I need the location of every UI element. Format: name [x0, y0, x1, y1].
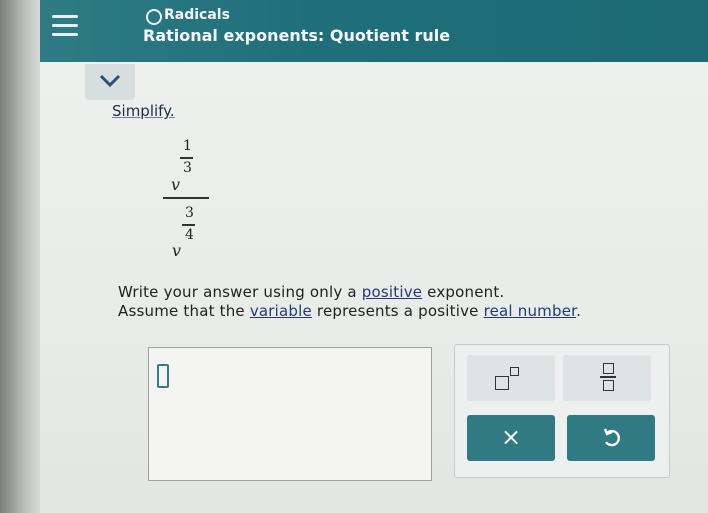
answer-cursor-field[interactable] [157, 364, 169, 388]
chevron-down-icon [99, 74, 121, 88]
positive-link[interactable]: positive [362, 283, 422, 301]
main-fraction-bar [163, 197, 209, 199]
undo-icon [603, 428, 620, 447]
variable-link[interactable]: variable [250, 302, 312, 320]
line1-suffix: exponent. [422, 283, 505, 301]
fraction-button[interactable] [563, 355, 651, 401]
hamburger-icon[interactable] [52, 15, 78, 37]
undo-button[interactable] [567, 415, 655, 461]
line1-prefix: Write your answer using only a [118, 283, 362, 301]
denominator-exp-bar [182, 224, 195, 226]
instruction-line-1: Write your answer using only a positive … [118, 283, 504, 301]
math-toolbox: × [454, 344, 670, 478]
exponent-button[interactable] [467, 355, 555, 401]
clear-button[interactable]: × [467, 415, 555, 461]
real-number-link[interactable]: real number [484, 302, 577, 320]
denominator-base: v [172, 241, 182, 260]
instruction-line-2: Assume that the variable represents a po… [118, 302, 581, 320]
numerator-exp-den: 3 [183, 160, 192, 176]
line2-suffix: . [576, 302, 582, 320]
denominator-exp-num: 3 [185, 205, 194, 221]
topic-label: Radicals [164, 7, 230, 23]
denominator-exp-den: 4 [185, 227, 194, 243]
radio-circle-icon [146, 9, 162, 25]
numerator-exp-bar [180, 157, 193, 159]
numerator-base: v [171, 175, 181, 194]
answer-input-box[interactable] [148, 347, 432, 481]
collapse-button[interactable] [85, 64, 135, 100]
numerator-exp-num: 1 [183, 138, 192, 154]
line2-mid: represents a positive [311, 302, 484, 320]
instruction-simplify: Simplify. [112, 102, 175, 120]
photo-edge [0, 0, 40, 513]
lesson-title: Rational exponents: Quotient rule [143, 26, 451, 45]
clear-label: × [500, 423, 522, 451]
line2-prefix: Assume that the [118, 302, 250, 320]
